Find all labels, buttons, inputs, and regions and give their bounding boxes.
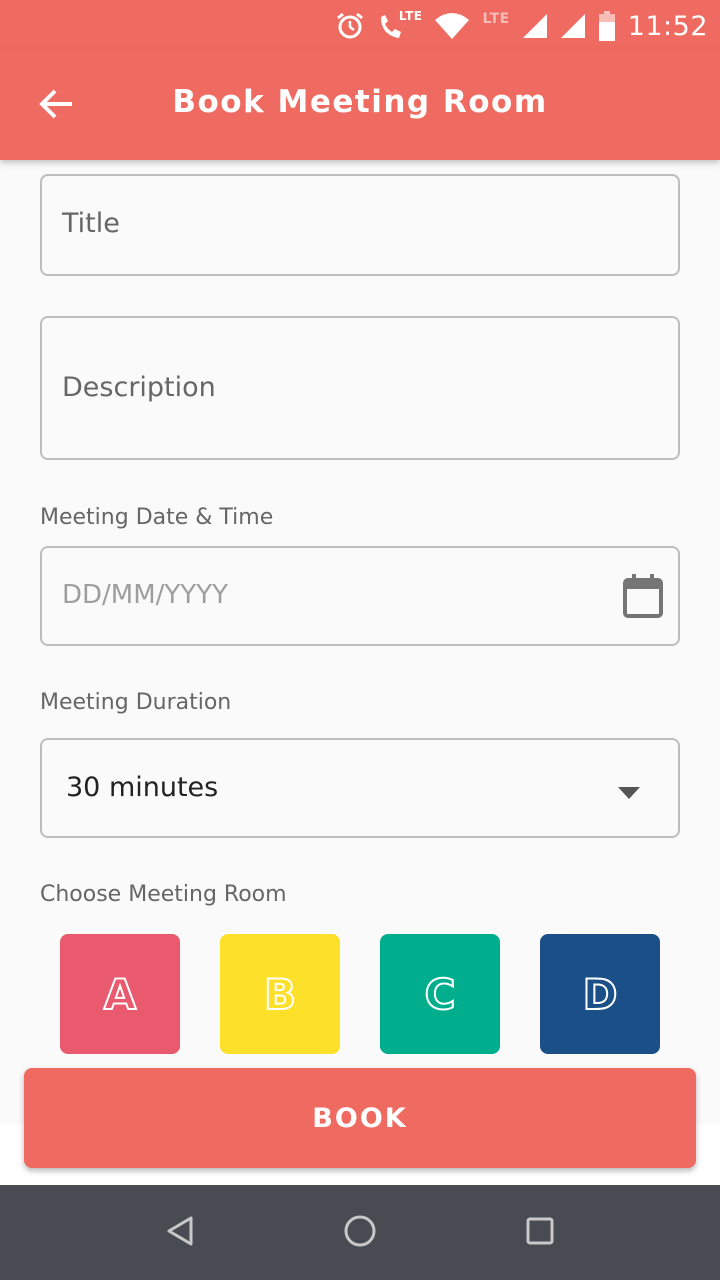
nav-back-icon [165,1215,195,1251]
booking-form: Title Description Meeting Date & Time DD… [0,160,720,1125]
nav-back-button[interactable] [155,1208,205,1258]
room-c-button[interactable]: C [380,934,500,1054]
signal-icon [560,13,586,39]
navigation-bar [0,1185,720,1280]
room-c-letter: C [424,969,457,1020]
date-field[interactable]: DD/MM/YYYY [40,546,680,646]
page-title: Book Meeting Room [172,84,548,120]
date-label: Meeting Date & Time [40,505,274,530]
room-b-button[interactable]: B [220,934,340,1054]
nav-recents-icon [525,1216,555,1250]
wifi-icon [434,12,470,40]
room-d-button[interactable]: D [540,934,660,1054]
title-field[interactable]: Title [40,174,680,276]
status-time: 11:52 [627,10,708,42]
duration-label: Meeting Duration [40,690,232,715]
room-a-button[interactable]: A [60,934,180,1054]
book-button[interactable]: BOOK [24,1068,696,1168]
title-placeholder: Title [62,208,120,239]
status-icons: LTE LTE 11:52 [335,6,708,46]
room-d-letter: D [582,969,619,1020]
alarm-icon [335,11,365,41]
nav-recents-button[interactable] [515,1208,565,1258]
dropdown-arrow-icon [618,784,640,803]
nav-home-button[interactable] [335,1208,385,1258]
duration-select[interactable]: 30 minutes [40,738,680,838]
duration-value: 30 minutes [66,772,219,803]
room-label: Choose Meeting Room [40,882,287,907]
book-button-label: BOOK [312,1102,408,1134]
calendar-icon[interactable] [622,574,664,622]
lte-call-icon: LTE [377,9,423,41]
signal-icon [522,13,548,39]
date-placeholder: DD/MM/YYYY [62,580,228,610]
lte-signal-label: LTE [482,11,510,27]
room-a-letter: A [103,969,137,1020]
status-bar: LTE LTE 11:52 [0,0,720,50]
lte-call-label: LTE [398,9,423,23]
app-bar: Book Meeting Room [0,50,720,160]
room-b-letter: B [263,969,297,1020]
description-field[interactable]: Description [40,316,680,460]
battery-icon [598,11,616,41]
nav-home-icon [343,1214,377,1252]
description-placeholder: Description [62,372,216,403]
